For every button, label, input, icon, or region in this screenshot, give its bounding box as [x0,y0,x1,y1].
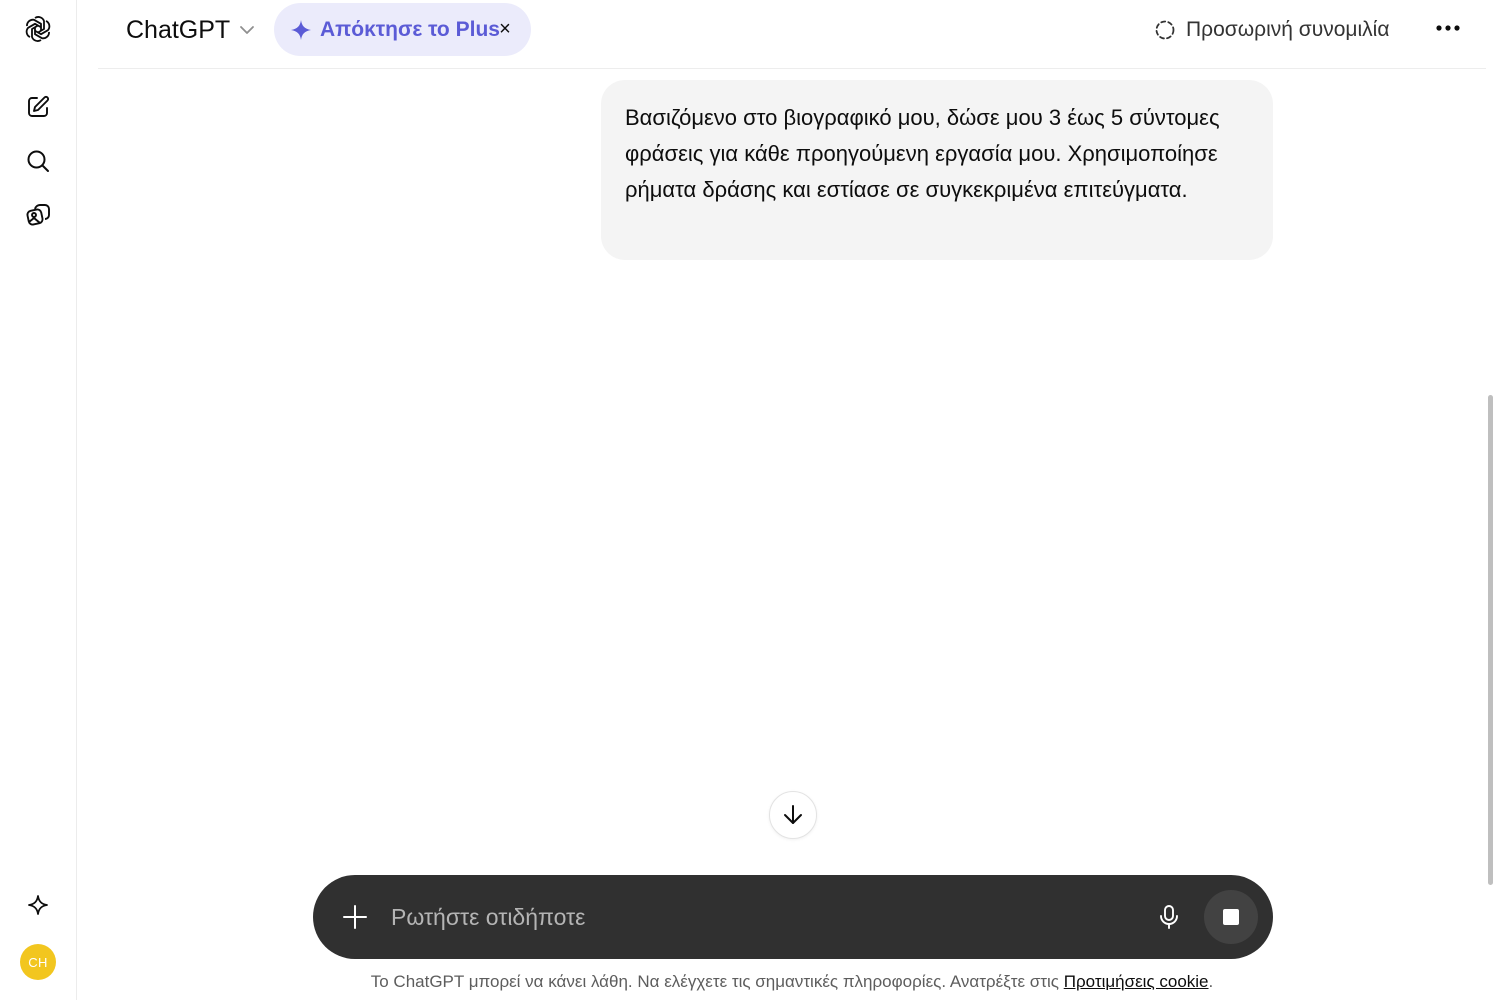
close-icon[interactable]: × [493,17,517,41]
stop-icon [1223,909,1239,925]
dictate-button[interactable] [1149,897,1189,937]
library-icon[interactable] [18,195,58,235]
explore-icon[interactable] [18,885,58,925]
sparkle-icon [291,19,311,40]
search-icon[interactable] [18,141,58,181]
temporary-chat-label: Προσωρινή συνομιλία [1186,18,1390,41]
prompt-input[interactable] [391,895,1131,939]
plus-icon [343,905,367,929]
more-options-button[interactable] [1430,10,1466,46]
model-name: ChatGPT [126,15,231,44]
microphone-icon [1160,905,1178,929]
arrow-down-icon [784,805,802,824]
scrollbar[interactable] [1487,0,1495,1000]
disclaimer-text: Το ChatGPT μπορεί να κάνει λάθη. Να ελέγ… [370,972,1064,991]
upgrade-label: Απόκτησε το Plus [320,17,500,41]
scroll-to-bottom-button[interactable] [769,791,817,839]
temporary-chat-icon [1155,20,1175,40]
openai-logo-icon[interactable] [18,9,58,49]
model-switcher[interactable]: ChatGPT [116,8,266,52]
cookie-preferences-link[interactable]: Προτιμήσεις cookie [1064,972,1209,991]
temporary-chat-button[interactable]: Προσωρινή συνομιλία [1154,12,1389,48]
top-header: ChatGPT Απόκτησε το Plus × Προσωρινή συν… [98,0,1486,69]
avatar[interactable]: CH [20,944,56,980]
new-chat-icon[interactable] [18,87,58,127]
stop-generating-button[interactable] [1204,890,1258,944]
sidebar-rail: CH [0,0,77,1000]
user-message-text: Βασιζόμενο στο βιογραφικό μου, δώσε μου … [625,105,1220,202]
ellipsis-icon [1436,25,1460,31]
user-message-bubble: Βασιζόμενο στο βιογραφικό μου, δώσε μου … [601,80,1273,260]
upgrade-plus-button[interactable]: Απόκτησε το Plus × [274,3,531,56]
composer [313,875,1273,959]
add-attachment-button[interactable] [335,897,375,937]
scrollbar-thumb[interactable] [1488,395,1493,885]
disclaimer-trailing: . [1208,972,1214,991]
footer-disclaimer: Το ChatGPT μπορεί να κάνει λάθη. Να ελέγ… [98,972,1486,992]
chevron-down-icon [240,26,255,34]
